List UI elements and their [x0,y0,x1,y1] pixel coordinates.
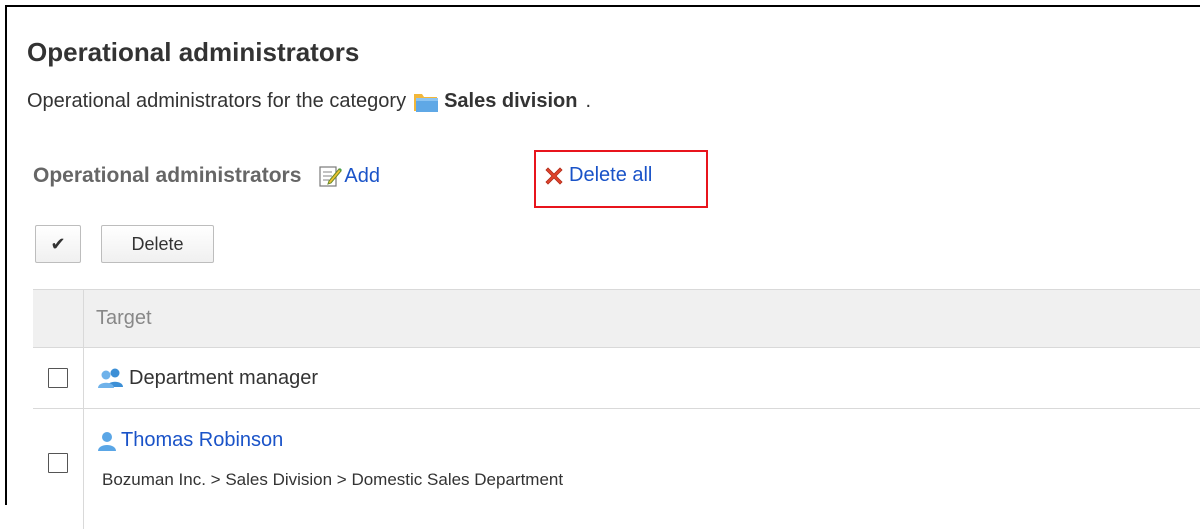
row-checkbox[interactable] [48,453,68,473]
description-suffix: . [585,90,592,112]
target-cell: Thomas Robinson Bozuman Inc. > Sales Div… [83,409,1200,529]
user-icon [98,431,116,451]
row-checkbox[interactable] [48,368,68,388]
administrators-table: Target Department manager Thomas Robinso… [33,289,1200,529]
table-row: Thomas Robinson Bozuman Inc. > Sales Div… [33,409,1200,529]
description-text: Operational administrators for the categ… [27,90,407,112]
checkbox-cell [33,348,83,408]
group-icon [98,368,123,388]
add-link-label: Add [344,164,380,187]
delete-all-label: Delete all [569,164,653,186]
page-title: Operational administrators [27,37,360,67]
section-label: Operational administrators [33,164,302,187]
checkbox-cell [33,409,83,529]
header-target: Target [83,290,1200,347]
role-name: Department manager [129,366,318,389]
category-name: Sales division [444,90,578,112]
check-all-button[interactable]: ✔ [35,225,81,263]
section-header: Operational administrators Add [33,164,380,188]
user-link[interactable]: Thomas Robinson [121,429,283,452]
header-checkbox-cell [33,290,83,347]
delete-all-link[interactable]: Delete all [543,164,652,187]
target-cell: Department manager [83,348,1200,408]
folder-icon [413,91,439,113]
page-description: Operational administrators for the categ… [27,90,591,113]
table-header-row: Target [33,290,1200,348]
table-row: Department manager [33,348,1200,409]
user-org-path: Bozuman Inc. > Sales Division > Domestic… [102,470,564,489]
red-x-icon [545,166,563,185]
edit-note-icon [319,166,343,187]
add-link[interactable]: Add [318,164,380,188]
delete-button[interactable]: Delete [101,225,214,263]
